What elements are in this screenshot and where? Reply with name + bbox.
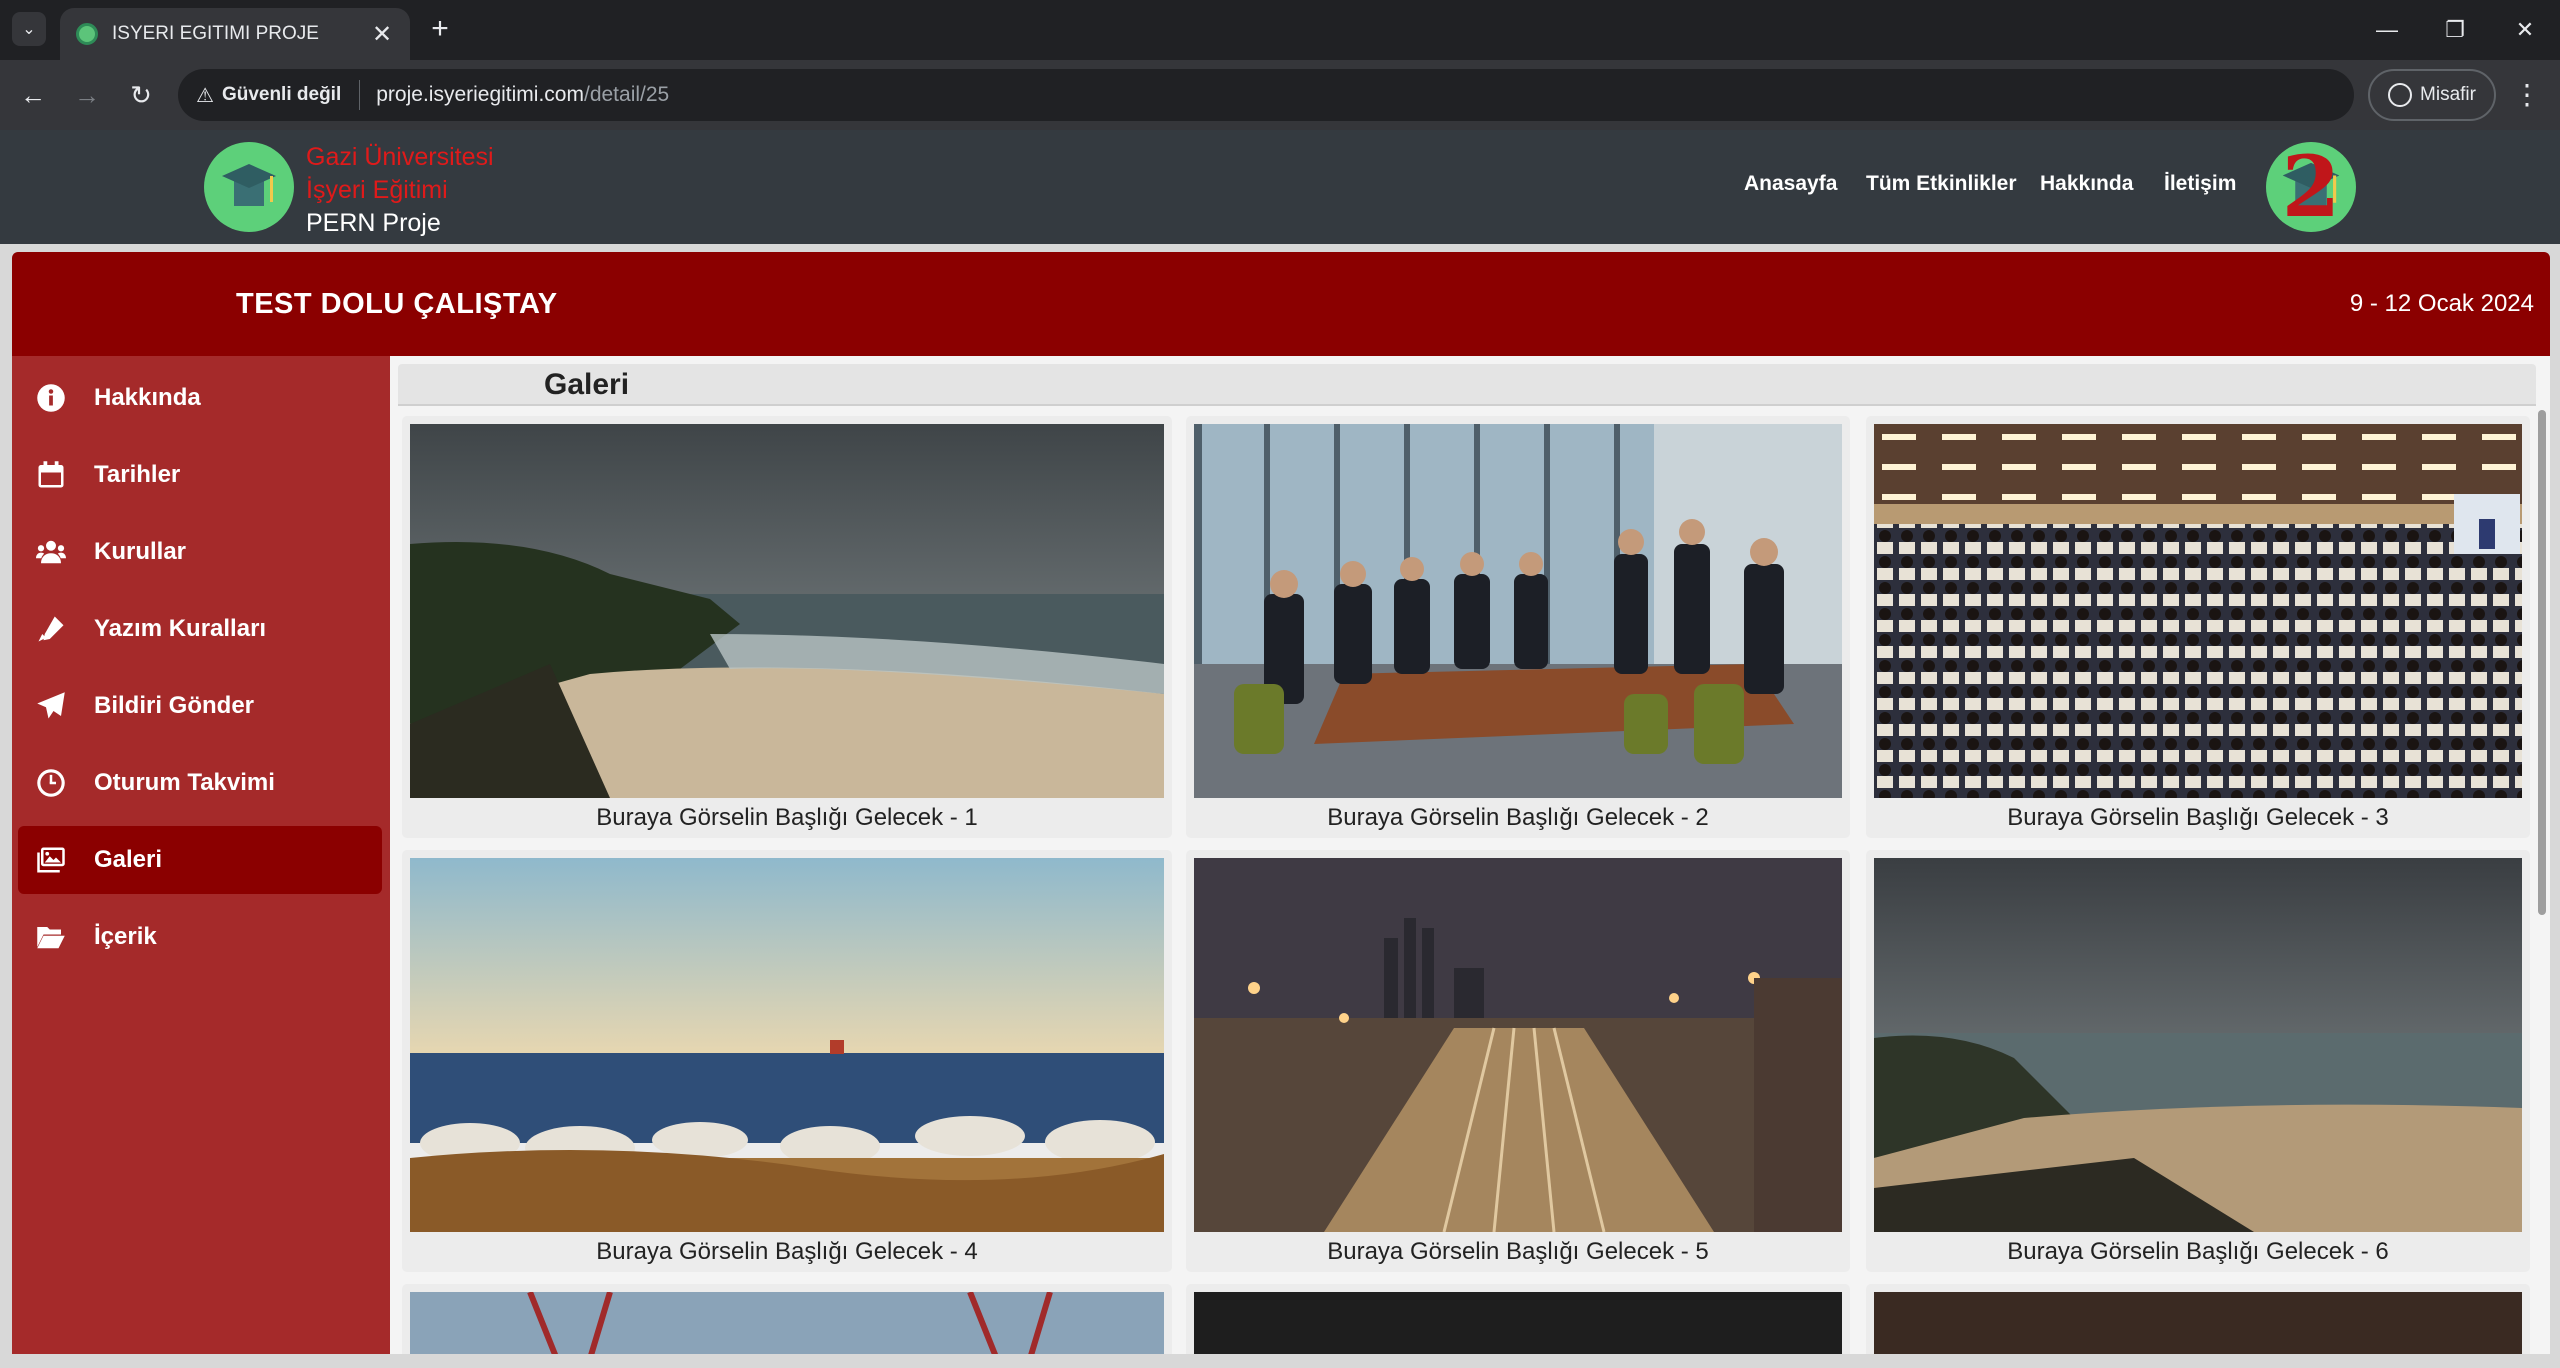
site-header: Gazi Üniversitesi İşyeri Eğitimi PERN Pr… (0, 130, 2560, 244)
sidebar: Hakkında Tarihler Kurullar Yazım Kuralla… (12, 356, 390, 1354)
brand-line-project: PERN Proje (306, 209, 441, 237)
gallery-card[interactable]: Buraya Görselin Başlığı Gelecek - 5 (1186, 850, 1850, 1272)
gallery-panel: Galeri Buraya Görselin Başlığı Gelecek -… (390, 356, 2550, 1354)
sidebar-item-label: Tarihler (94, 461, 181, 488)
clock-icon (34, 766, 68, 800)
arrow-right-icon: → (74, 80, 100, 110)
window-close-button[interactable]: ✕ (2508, 14, 2542, 46)
sidebar-item-gallery[interactable]: Galeri (18, 826, 382, 894)
profile-avatar-icon (2388, 83, 2413, 107)
reload-icon: ↻ (130, 80, 152, 110)
security-chip[interactable]: ⚠ Güvenli değil (196, 80, 361, 110)
browser-tabstrip: ⌄ ISYERI EGITIMI PROJE ✕ + — ❐ ✕ (0, 0, 2560, 60)
gallery-image[interactable] (410, 424, 1164, 798)
new-tab-button[interactable]: + (424, 14, 456, 46)
arrow-left-icon: ← (20, 80, 46, 110)
browser-tab[interactable]: ISYERI EGITIMI PROJE ✕ (60, 8, 410, 60)
gallery-image[interactable] (410, 858, 1164, 1232)
sidebar-item-label: Kurullar (94, 538, 187, 565)
gallery-image[interactable] (1194, 424, 1842, 798)
profile-button[interactable]: Misafir (2368, 69, 2496, 121)
pen-icon (34, 612, 68, 646)
event-banner: TEST DOLU ÇALIŞTAY 9 - 12 Ocak 2024 (12, 252, 2550, 356)
gallery-image[interactable] (1874, 1292, 2522, 1354)
gallery-card[interactable] (1866, 1284, 2530, 1354)
gallery-card[interactable]: Buraya Görselin Başlığı Gelecek - 3 (1866, 416, 2530, 838)
window-minimize-button[interactable]: — (2370, 14, 2404, 46)
gallery-caption: Buraya Görselin Başlığı Gelecek - 3 (2007, 804, 2389, 831)
window-restore-button[interactable]: ❐ (2438, 14, 2472, 46)
favicon-icon (76, 23, 98, 45)
sidebar-item-session-schedule[interactable]: Oturum Takvimi (18, 749, 382, 817)
gallery-card[interactable]: Buraya Görselin Başlığı Gelecek - 2 (1186, 416, 1850, 838)
sidebar-item-label: Bildiri Gönder (94, 692, 255, 719)
nav-link-home[interactable]: Anasayfa (1744, 172, 1837, 196)
page-scrollbar[interactable] (2538, 410, 2546, 915)
sidebar-item-label: İçerik (94, 923, 157, 950)
gallery-image[interactable] (1194, 1292, 1842, 1354)
nav-link-about[interactable]: Hakkında (2040, 172, 2133, 196)
gallery-card[interactable]: Buraya Görselin Başlığı Gelecek - 4 (402, 850, 1172, 1272)
tab-close-icon[interactable]: ✕ (370, 20, 394, 49)
gallery-image[interactable] (410, 1292, 1164, 1354)
nav-link-contact[interactable]: İletişim (2164, 172, 2236, 196)
sidebar-item-label: Galeri (94, 846, 163, 873)
back-button[interactable]: ← (16, 78, 50, 112)
sidebar-item-about[interactable]: Hakkında (18, 364, 382, 432)
images-icon (34, 843, 68, 877)
gallery-image[interactable] (1194, 858, 1842, 1232)
event-title: TEST DOLU ÇALIŞTAY (236, 288, 558, 320)
url-path: /detail/25 (583, 83, 670, 106)
gallery-caption: Buraya Görselin Başlığı Gelecek - 5 (1327, 1238, 1709, 1265)
gallery-caption: Buraya Görselin Başlığı Gelecek - 4 (596, 1238, 978, 1265)
info-icon (34, 381, 68, 415)
gallery-card[interactable] (402, 1284, 1172, 1354)
reload-button[interactable]: ↻ (124, 78, 158, 112)
folder-open-icon (34, 920, 68, 954)
gallery-card[interactable] (1186, 1284, 1850, 1354)
calendar-icon (34, 458, 68, 492)
sidebar-item-content[interactable]: İçerik (18, 903, 382, 971)
graduation-cap-icon (222, 164, 276, 210)
gallery-heading: Galeri (544, 368, 630, 401)
tab-title: ISYERI EGITIMI PROJE (112, 23, 319, 44)
browser-toolbar: ← → ↻ ⚠ Güvenli değil proje.isyeriegitim… (0, 60, 2560, 130)
sidebar-item-dates[interactable]: Tarihler (18, 441, 382, 509)
nav-link-all-events[interactable]: Tüm Etkinlikler (1866, 172, 2017, 196)
secondary-logo[interactable]: 2 (2266, 142, 2356, 232)
gallery-image[interactable] (1874, 424, 2522, 798)
paper-plane-icon (34, 689, 68, 723)
gallery-caption: Buraya Görselin Başlığı Gelecek - 6 (2007, 1238, 2389, 1265)
forward-button[interactable]: → (70, 78, 104, 112)
sidebar-item-submit-paper[interactable]: Bildiri Gönder (18, 672, 382, 740)
sidebar-item-label: Hakkında (94, 384, 201, 411)
kebab-menu-icon: ⋮ (2513, 79, 2541, 110)
gallery-caption: Buraya Görselin Başlığı Gelecek - 1 (596, 804, 978, 831)
brand-line-program: İşyeri Eğitimi (306, 176, 448, 204)
gallery-image[interactable] (1874, 858, 2522, 1232)
url-text: proje.isyeriegitimi.com/detail/25 (376, 83, 669, 107)
gallery-card[interactable]: Buraya Görselin Başlığı Gelecek - 1 (402, 416, 1172, 838)
badge-number: 2 (2281, 142, 2341, 232)
brand-line-university: Gazi Üniversitesi (306, 143, 494, 171)
sidebar-item-committees[interactable]: Kurullar (18, 518, 382, 586)
tab-search-button[interactable]: ⌄ (12, 12, 46, 46)
chevron-down-icon: ⌄ (22, 21, 36, 38)
address-bar[interactable]: ⚠ Güvenli değil proje.isyeriegitimi.com/… (178, 69, 2354, 121)
browser-menu-button[interactable]: ⋮ (2510, 78, 2544, 112)
gallery-caption: Buraya Görselin Başlığı Gelecek - 2 (1327, 804, 1709, 831)
profile-label: Misafir (2420, 84, 2476, 105)
brand-text[interactable]: Gazi Üniversitesi İşyeri Eğitimi PERN Pr… (306, 141, 494, 240)
users-icon (34, 535, 68, 569)
sidebar-item-label: Oturum Takvimi (94, 769, 275, 796)
event-date: 9 - 12 Ocak 2024 (2349, 290, 2534, 317)
gallery-header: Galeri (398, 364, 2536, 406)
site-logo[interactable] (204, 142, 294, 232)
sidebar-item-writing-rules[interactable]: Yazım Kuralları (18, 595, 382, 663)
url-host: proje.isyeriegitimi.com (376, 83, 584, 106)
sidebar-item-label: Yazım Kuralları (94, 615, 267, 642)
warning-icon: ⚠ (196, 84, 214, 107)
gallery-card[interactable]: Buraya Görselin Başlığı Gelecek - 6 (1866, 850, 2530, 1272)
security-label: Güvenli değil (221, 84, 342, 105)
